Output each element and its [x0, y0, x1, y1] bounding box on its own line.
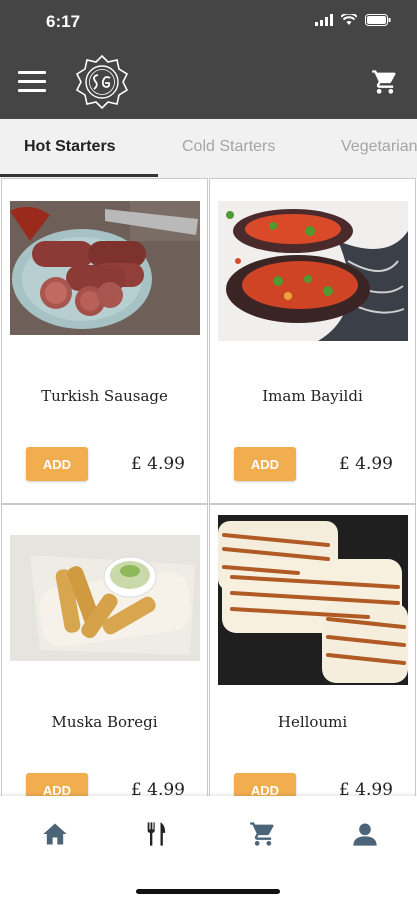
product-image	[10, 535, 200, 661]
cart-icon[interactable]	[371, 68, 399, 96]
wifi-icon	[341, 14, 357, 25]
home-indicator	[136, 889, 280, 894]
add-to-cart-button[interactable]: ADD	[234, 773, 296, 796]
home-icon[interactable]	[40, 820, 70, 848]
active-tab-indicator	[0, 174, 158, 177]
add-to-cart-button[interactable]: ADD	[26, 773, 88, 796]
status-time: 6:17	[46, 12, 81, 31]
status-bar: 6:17	[0, 0, 417, 44]
product-name: Imam Bayildi	[262, 387, 363, 405]
brand-logo	[75, 54, 129, 110]
product-card[interactable]: Muska Boregi ADD £ 4.99	[1, 504, 208, 796]
product-card[interactable]: Imam Bayildi ADD £ 4.99	[209, 178, 416, 504]
user-icon[interactable]	[350, 820, 380, 848]
battery-icon	[365, 14, 391, 26]
tab-hot-starters[interactable]: Hot Starters	[24, 138, 116, 156]
tab-cold-starters[interactable]: Cold Starters	[182, 138, 275, 156]
product-image	[218, 201, 408, 341]
product-image	[218, 515, 408, 685]
product-name: Helloumi	[277, 713, 348, 731]
product-price: £ 4.99	[338, 454, 393, 474]
product-image	[10, 201, 200, 335]
product-price: £ 4.99	[130, 454, 185, 474]
product-card[interactable]: Turkish Sausage ADD £ 4.99	[1, 178, 208, 504]
bottom-navigation	[0, 796, 417, 900]
add-to-cart-button[interactable]: ADD	[234, 447, 296, 481]
fork-knife-icon[interactable]	[142, 820, 172, 848]
product-price: £ 4.99	[338, 780, 393, 796]
product-price: £ 4.99	[130, 780, 185, 796]
status-icons	[315, 14, 391, 26]
signal-icon	[315, 14, 333, 26]
category-tabs: Hot Starters Cold Starters Vegetarian	[0, 119, 417, 179]
cart-icon[interactable]	[248, 820, 278, 848]
app-header	[0, 44, 417, 119]
product-name: Turkish Sausage	[41, 387, 168, 405]
product-grid: Turkish Sausage ADD £ 4.99 Imam Bayildi …	[0, 178, 417, 796]
product-card[interactable]: Helloumi ADD £ 4.99	[209, 504, 416, 796]
add-to-cart-button[interactable]: ADD	[26, 447, 88, 481]
product-name: Muska Boregi	[51, 713, 158, 731]
menu-icon[interactable]	[18, 71, 46, 93]
tab-vegetarian[interactable]: Vegetarian	[341, 138, 417, 156]
